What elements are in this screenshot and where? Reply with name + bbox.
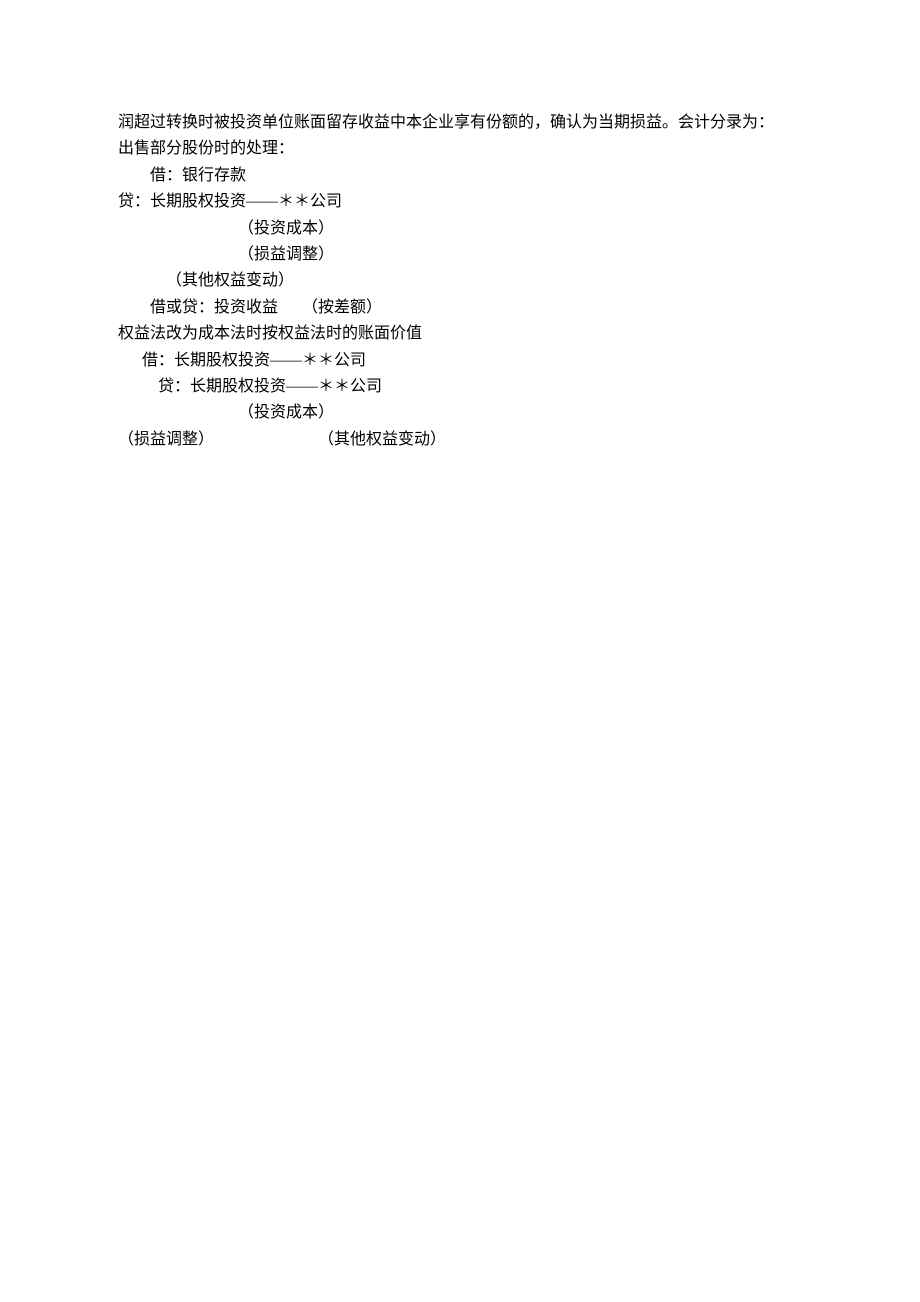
document-body: 润超过转换时被投资单位账面留存收益中本企业享有份额的，确认为当期损益。会计分录为… xyxy=(118,110,802,453)
text-line-8: 借或贷：投资收益 （按差额） xyxy=(118,295,802,321)
text-line-6: （损益调整） xyxy=(118,242,802,268)
text-line-7: （其他权益变动） xyxy=(118,268,802,294)
text-line-5: （投资成本） xyxy=(118,216,802,242)
text-line-12: （投资成本） xyxy=(118,400,802,426)
text-line-1: 润超过转换时被投资单位账面留存收益中本企业享有份额的，确认为当期损益。会计分录为… xyxy=(118,110,802,136)
text-line-3: 借：银行存款 xyxy=(118,163,802,189)
text-line-13: （损益调整） （其他权益变动） xyxy=(118,427,802,453)
text-line-9: 权益法改为成本法时按权益法时的账面价值 xyxy=(118,321,802,347)
text-line-10: 借：长期股权投资——＊＊公司 xyxy=(118,348,802,374)
text-line-4: 贷：长期股权投资——＊＊公司 xyxy=(118,189,802,215)
text-line-2: 出售部分股份时的处理： xyxy=(118,136,802,162)
text-line-11: 贷：长期股权投资——＊＊公司 xyxy=(118,374,802,400)
